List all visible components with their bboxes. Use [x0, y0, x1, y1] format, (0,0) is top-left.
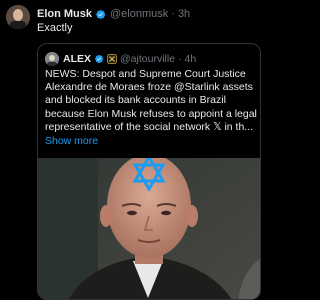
separator-dot: · [178, 52, 182, 65]
verified-badge-icon [94, 54, 104, 64]
author-handle[interactable]: @elonmusk [110, 7, 168, 21]
quoted-post-timestamp[interactable]: 4h [185, 53, 197, 66]
separator-dot: · [171, 8, 175, 20]
quoted-text-line: NEWS: Despot and Supreme Court Justice [45, 68, 246, 80]
post-timestamp[interactable]: 3h [178, 7, 190, 21]
post-text: Exactly [37, 22, 73, 34]
photo-illustration [38, 158, 260, 299]
quoted-text-line: representative of the social network 𝕏 i… [45, 120, 254, 133]
author-name[interactable]: Elon Musk [37, 7, 92, 21]
quoted-text-line: because Elon Musk refuses to appoint a l… [45, 107, 257, 120]
quoted-author-name[interactable]: ALEX [63, 53, 91, 66]
verified-badge-icon [95, 9, 106, 20]
quoted-post-header: ALEX @ajtourville · 4h [45, 52, 196, 66]
gold-affiliate-badge-icon [107, 54, 117, 64]
post-header: Elon Musk @elonmusk · 3h [37, 7, 190, 21]
quoted-post-text: NEWS: Despot and Supreme Court Justice A… [45, 68, 257, 134]
quoted-text-line: Alexandre de Moraes froze @Starlink asse… [45, 81, 253, 94]
show-more-link[interactable]: Show more [45, 135, 98, 148]
avatar-image [6, 5, 30, 29]
quoted-author-handle[interactable]: @ajtourville [120, 53, 175, 66]
author-avatar[interactable] [6, 5, 30, 29]
quoted-post-image[interactable] [38, 158, 260, 299]
quoted-post-card[interactable]: ALEX @ajtourville · 4h NEWS: Despot and … [37, 43, 261, 300]
quoted-author-avatar [45, 52, 59, 66]
quoted-text-line: and blocked its bank accounts in Brazil [45, 94, 226, 107]
